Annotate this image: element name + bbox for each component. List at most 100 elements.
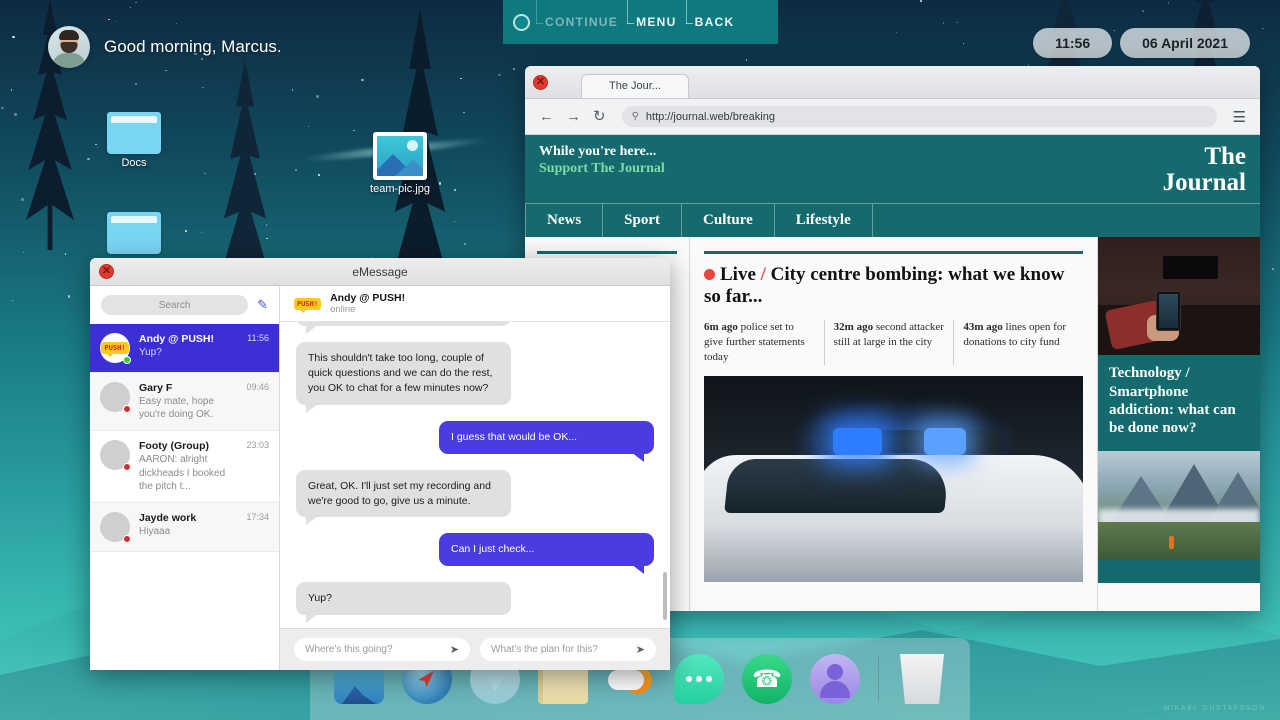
person-on-phone-photo[interactable] [1098,237,1260,355]
conversation-sidebar: Search ✎ PUSH! Andy @ PUSH! Yup? 11:56 [90,286,280,670]
status-dot-offline [123,463,131,471]
suggested-reply-2[interactable]: What's the plan for this? ➤ [480,638,656,661]
record-circle-icon[interactable] [513,14,530,31]
star [266,224,268,226]
image-hill-shape [395,160,423,176]
search-row: Search ✎ [90,286,279,324]
star [135,83,138,86]
message-bubble-incoming: This shouldn't take too long, couple of … [296,342,511,405]
star [11,89,13,91]
journal-masthead: While you're here... Support The Journal… [525,135,1260,203]
nav-item-culture[interactable]: Culture [682,204,775,237]
topbar-item-menu[interactable]: MENU [627,0,686,44]
list-item[interactable]: Gary F Easy mate, hope you're doing OK. … [90,373,279,431]
suggested-reply-1[interactable]: Where's this going? ➤ [294,638,470,661]
star [920,0,922,2]
journal-promo[interactable]: While you're here... Support The Journal [539,144,665,177]
star [176,23,178,25]
star [464,243,466,245]
list-item[interactable]: PUSH! Andy @ PUSH! Yup? 11:56 [90,324,279,373]
close-icon[interactable]: ✕ [533,75,548,90]
greeting-block: Good morning, Marcus. [48,26,282,68]
star [201,232,203,234]
conversation-time: 23:03 [246,440,269,493]
live-headline[interactable]: Live / City centre bombing: what we know… [704,264,1083,309]
emessage-window[interactable]: ✕ eMessage Search ✎ PUSH! Andy @ PUSH! Y… [90,258,670,670]
star [454,189,456,191]
message-bubble-incoming: Yup? [296,582,511,615]
search-input[interactable]: Search [101,295,248,315]
update-time: 6m ago [704,321,738,333]
live-update-item[interactable]: 32m ago second attacker still at large i… [825,320,955,366]
url-input[interactable]: ⚲ http://journal.web/breaking [622,106,1217,127]
avatar[interactable] [48,26,90,68]
list-item[interactable]: Footy (Group) AARON: alright dickheads I… [90,431,279,503]
search-icon: ⚲ [632,111,639,122]
live-updates: 6m ago police set to give further statem… [704,320,1083,366]
star [65,253,67,255]
browser-titlebar: ✕ The Jour... [525,66,1260,99]
tech-kicker-label: Technology [1109,365,1182,381]
arrow-right-icon[interactable]: → [566,109,581,124]
send-arrow-icon[interactable]: ➤ [636,643,645,656]
status-bar: 11:56 06 April 2021 [1033,28,1250,58]
star [23,252,25,254]
contact-header[interactable]: PUSH! Andy @ PUSH! online [280,286,670,322]
hamburger-menu-icon[interactable]: ☰ [1233,108,1246,126]
nav-item-sport[interactable]: Sport [603,204,682,237]
send-arrow-icon[interactable]: ➤ [450,643,459,656]
window-title: eMessage [352,265,407,279]
journal-logo[interactable]: The Journal [1163,144,1246,195]
logo-line-2: Journal [1163,170,1246,196]
tech-headline: Smartphone addiction: what can be done n… [1109,383,1249,437]
avatar-body [52,53,86,68]
star [353,130,355,132]
photographer-watermark: MIKAEL GUSTAFSSON [1164,705,1266,712]
topbar-item-continue[interactable]: CONTINUE [536,0,627,44]
clock-date[interactable]: 06 April 2021 [1120,28,1250,58]
emessage-body: Search ✎ PUSH! Andy @ PUSH! Yup? 11:56 [90,286,670,670]
column-rule [704,251,1083,254]
star [266,238,268,240]
nav-item-lifestyle[interactable]: Lifestyle [775,204,873,237]
contact-status: online [330,304,405,315]
avatar: PUSH! [100,333,130,363]
star [956,22,958,24]
suggestion-text: What's the plan for this? [491,644,598,655]
star [130,7,132,9]
phone-icon[interactable] [742,654,792,704]
live-update-item[interactable]: 43m ago lines open for donations to city… [954,320,1083,366]
clock-time[interactable]: 11:56 [1033,28,1112,58]
star [108,19,110,21]
topbar-item-back[interactable]: BACK [686,0,744,44]
messages-icon[interactable] [674,654,724,704]
headline-separator: / [761,264,766,285]
arrow-left-icon[interactable]: ← [539,109,554,124]
conversation-preview: Hiyaaa [139,525,237,538]
pencil-compose-icon[interactable]: ✎ [257,297,268,313]
browser-tab[interactable]: The Jour... [581,74,689,98]
sidebar-tech-story[interactable]: Technology / Smartphone addiction: what … [1098,355,1260,451]
mountain-hiker-photo[interactable] [1098,451,1260,559]
folder-icon [107,112,161,154]
close-icon[interactable]: ✕ [99,264,114,279]
live-update-item[interactable]: 6m ago police set to give further statem… [704,320,825,366]
contacts-icon[interactable] [810,654,860,704]
conversation-list: PUSH! Andy @ PUSH! Yup? 11:56 Gary F [90,324,279,670]
police-car-photo[interactable] [704,376,1083,582]
message-thread[interactable]: This shouldn't take too long, couple of … [280,322,670,628]
star [513,68,515,70]
nav-item-news[interactable]: News [525,204,603,237]
star [12,36,15,39]
star [1,107,4,110]
star [498,74,501,77]
desktop-icon-folder-2[interactable] [92,212,176,257]
desktop-icon-docs[interactable]: Docs [92,112,176,169]
list-item[interactable]: Jayde work Hiyaaa 17:34 [90,503,279,552]
reload-icon[interactable]: ↻ [593,109,606,124]
thread-scrollbar[interactable] [663,572,667,620]
desktop-icon-team-pic[interactable]: team-pic.jpg [358,132,442,195]
conversation-preview: AARON: alright dickheads I booked the pi… [139,453,237,493]
trash-icon[interactable] [897,654,947,704]
avatar [100,382,130,412]
